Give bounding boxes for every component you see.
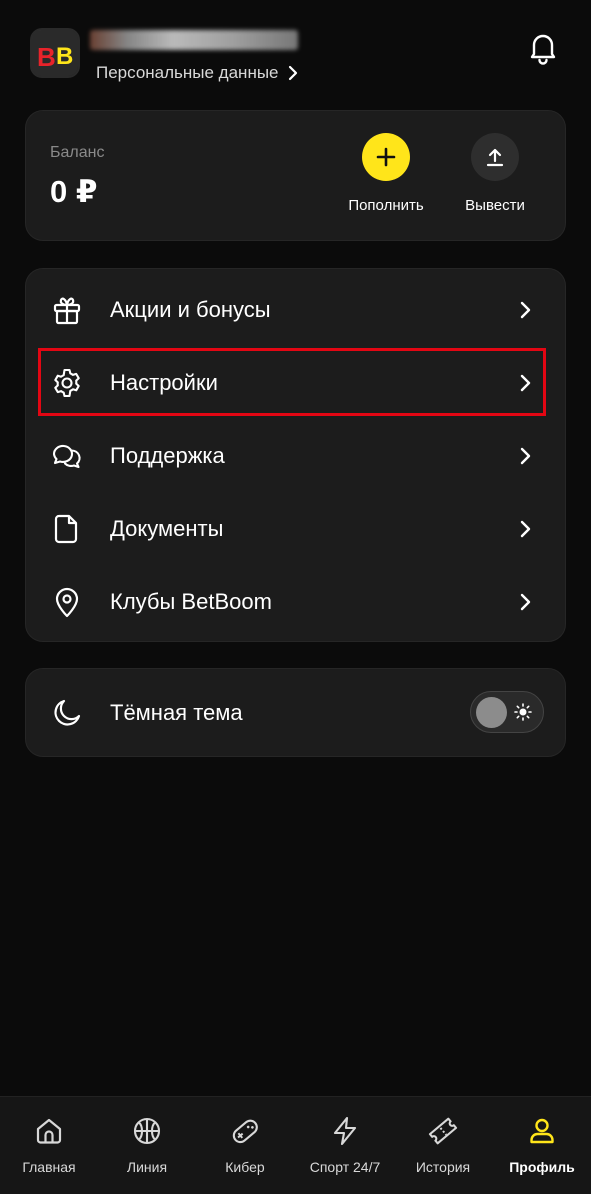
username-blurred [90, 30, 298, 50]
upload-icon [486, 148, 504, 167]
lightning-icon [333, 1116, 357, 1146]
brand-logo[interactable]: B B [30, 28, 80, 78]
toggle-knob [476, 697, 507, 728]
plus-icon [376, 147, 396, 167]
menu-item-label: Документы [110, 516, 224, 541]
menu-item-support[interactable]: Поддержка [26, 421, 567, 491]
deposit-label: Пополнить [348, 197, 424, 214]
nav-label: Линия [126, 1159, 168, 1175]
user-icon [530, 1118, 554, 1144]
personal-data-link[interactable]: Персональные данные [96, 61, 299, 85]
balance-value: 0 ₽ [50, 174, 98, 209]
bottom-nav: Главная Линия Кибер Спорт 24/7 История П… [0, 1096, 591, 1194]
menu-item-label: Акции и бонусы [110, 297, 271, 322]
chevron-right-icon [288, 65, 297, 81]
nav-history[interactable]: История [394, 1097, 492, 1194]
withdraw-label: Вывести [465, 197, 525, 214]
profile-header: B B Персональные данные [0, 0, 591, 100]
menu-item-label: Клубы BetBoom [110, 589, 272, 614]
nav-label: Главная [22, 1159, 76, 1175]
balance-card: Баланс 0 ₽ Пополнить Вывести [25, 110, 566, 241]
location-pin-icon [55, 587, 79, 618]
gift-icon [53, 297, 81, 325]
chevron-right-icon [520, 593, 531, 611]
nav-cyber[interactable]: Кибер [196, 1097, 294, 1194]
svg-text:B: B [37, 42, 56, 72]
menu-item-clubs[interactable]: Клубы BetBoom [26, 567, 567, 637]
gamepad-icon [232, 1119, 258, 1144]
theme-label: Тёмная тема [110, 700, 243, 725]
nav-label: Кибер [225, 1159, 265, 1175]
menu-item-settings[interactable]: Настройки [26, 348, 567, 418]
home-icon [36, 1118, 62, 1144]
nav-line[interactable]: Линия [98, 1097, 196, 1194]
balance-label: Баланс [50, 144, 105, 161]
nav-label: Спорт 24/7 [309, 1159, 381, 1175]
svg-text:B: B [56, 43, 73, 70]
basketball-icon [133, 1117, 161, 1145]
withdraw-button[interactable]: Вывести [445, 133, 545, 223]
gear-icon [54, 368, 80, 398]
chat-icon [52, 444, 81, 469]
deposit-button[interactable]: Пополнить [336, 133, 436, 223]
nav-home[interactable]: Главная [0, 1097, 98, 1194]
menu-item-label: Поддержка [110, 443, 225, 468]
nav-profile[interactable]: Профиль [493, 1097, 591, 1194]
nav-label: Профиль [509, 1159, 575, 1175]
theme-card: Тёмная тема [25, 668, 566, 757]
menu-item-promotions[interactable]: Акции и бонусы [26, 275, 567, 345]
moon-icon [54, 699, 81, 726]
nav-label: История [415, 1159, 471, 1175]
sun-icon [514, 703, 532, 721]
bell-icon[interactable] [524, 28, 562, 66]
document-icon [54, 514, 78, 544]
chevron-right-icon [520, 520, 531, 538]
menu-item-label: Настройки [110, 370, 218, 395]
chevron-right-icon [520, 301, 531, 319]
dark-theme-toggle[interactable] [470, 691, 544, 733]
menu-item-documents[interactable]: Документы [26, 494, 567, 564]
chevron-right-icon [520, 374, 531, 392]
personal-data-label: Персональные данные [96, 63, 279, 82]
menu-card: Акции и бонусы Настройки Поддержка Докум… [25, 268, 566, 642]
ticket-icon [428, 1117, 458, 1145]
chevron-right-icon [520, 447, 531, 465]
nav-sport-24-7[interactable]: Спорт 24/7 [296, 1097, 394, 1194]
